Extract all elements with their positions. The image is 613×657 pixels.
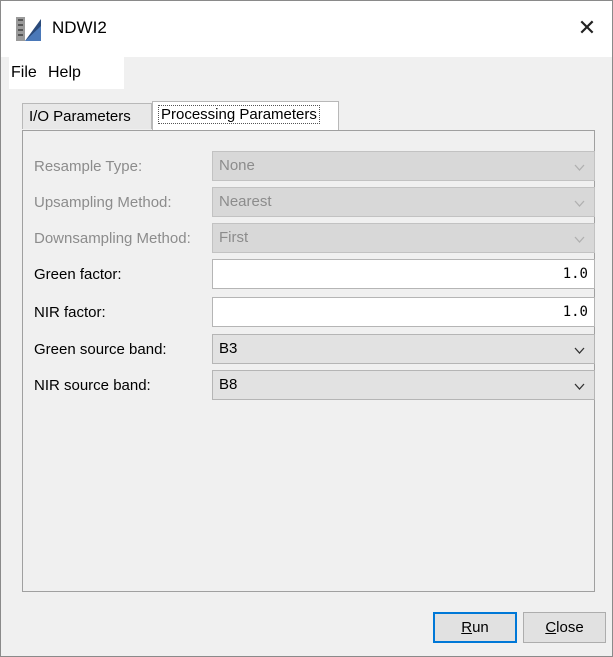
run-mnemonic: R bbox=[461, 619, 473, 636]
nir-factor-row: NIR factor: 1.0 bbox=[23, 297, 595, 329]
window-title: NDWI2 bbox=[52, 18, 107, 37]
green-factor-label: Green factor: bbox=[34, 266, 122, 283]
dialog-window: NDWI2 ✕ File Help I/O Parameters Process… bbox=[0, 0, 613, 657]
app-icon bbox=[16, 16, 42, 42]
run-button[interactable]: Run bbox=[433, 612, 517, 643]
downsampling-method-select: First bbox=[212, 223, 595, 253]
nir-factor-label: NIR factor: bbox=[34, 304, 106, 321]
run-label: un bbox=[472, 619, 489, 636]
close-mnemonic: C bbox=[545, 619, 557, 636]
menu-file[interactable]: File bbox=[11, 64, 37, 82]
tab-label: Processing Parameters bbox=[158, 105, 320, 124]
tab-strip: I/O Parameters Processing Parameters bbox=[1, 101, 612, 131]
resample-type-label: Resample Type: bbox=[34, 158, 143, 175]
green-source-band-value: B3 bbox=[219, 340, 238, 357]
tab-processing-parameters[interactable]: Processing Parameters bbox=[152, 101, 339, 131]
chevron-down-icon bbox=[574, 200, 585, 207]
downsampling-method-row: Downsampling Method: First bbox=[23, 223, 595, 255]
nir-factor-input[interactable]: 1.0 bbox=[212, 297, 595, 327]
chevron-down-icon bbox=[574, 164, 585, 171]
chevron-down-icon bbox=[574, 347, 585, 354]
tab-label: I/O Parameters bbox=[29, 108, 131, 125]
green-factor-row: Green factor: 1.0 bbox=[23, 259, 595, 291]
chevron-down-icon bbox=[574, 383, 585, 390]
nir-source-band-label: NIR source band: bbox=[34, 377, 151, 394]
close-icon[interactable]: ✕ bbox=[572, 13, 602, 43]
nir-source-band-row: NIR source band: B8 bbox=[23, 370, 595, 402]
green-factor-input[interactable]: 1.0 bbox=[212, 259, 595, 289]
nir-source-band-select[interactable]: B8 bbox=[212, 370, 595, 400]
resample-type-row: Resample Type: None bbox=[23, 151, 595, 183]
menu-help[interactable]: Help bbox=[48, 64, 81, 82]
downsampling-method-value: First bbox=[219, 229, 249, 246]
upsampling-method-value: Nearest bbox=[219, 193, 272, 210]
tab-io-parameters[interactable]: I/O Parameters bbox=[22, 103, 152, 129]
green-source-band-label: Green source band: bbox=[34, 341, 167, 358]
green-source-band-row: Green source band: B3 bbox=[23, 334, 595, 366]
close-label: lose bbox=[556, 619, 584, 636]
close-button[interactable]: Close bbox=[523, 612, 606, 643]
processing-parameters-panel: Resample Type: None Upsampling Method: N… bbox=[22, 130, 595, 592]
chevron-down-icon bbox=[574, 236, 585, 243]
upsampling-method-label: Upsampling Method: bbox=[34, 194, 172, 211]
resample-type-select: None bbox=[212, 151, 595, 181]
title-bar: NDWI2 ✕ bbox=[1, 1, 612, 57]
resample-type-value: None bbox=[219, 157, 255, 174]
upsampling-method-select: Nearest bbox=[212, 187, 595, 217]
downsampling-method-label: Downsampling Method: bbox=[34, 230, 191, 247]
upsampling-method-row: Upsampling Method: Nearest bbox=[23, 187, 595, 219]
menu-bar: File Help bbox=[9, 57, 124, 89]
green-source-band-select[interactable]: B3 bbox=[212, 334, 595, 364]
nir-source-band-value: B8 bbox=[219, 376, 238, 393]
